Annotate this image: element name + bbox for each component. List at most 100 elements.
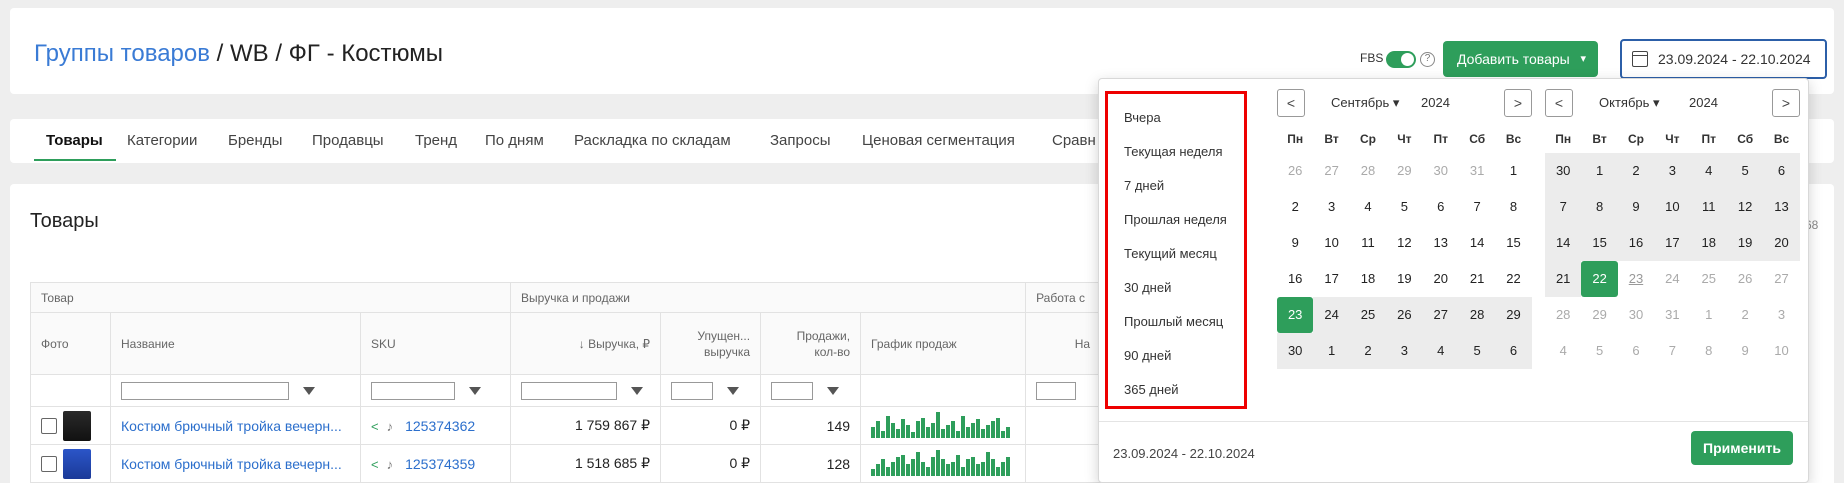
preset-last-week[interactable]: Прошлая неделя [1124,212,1227,227]
day-cell[interactable]: 11 [1350,225,1386,261]
row-checkbox[interactable] [41,417,57,434]
tab-products[interactable]: Товары [46,132,103,149]
preset-current-month[interactable]: Текущий месяц [1124,246,1217,261]
breadcrumb-groups-link[interactable]: Группы товаров [34,40,210,67]
day-cell[interactable]: 17 [1313,261,1349,297]
funnel-icon[interactable] [827,386,840,395]
day-cell[interactable]: 5 [1458,333,1496,369]
product-name-link[interactable]: Костюм брючный тройка вечерн... [121,456,342,472]
sales-filter-input[interactable] [771,381,814,400]
day-cell[interactable]: 8 [1581,189,1618,225]
product-name-link[interactable]: Костюм брючный тройка вечерн... [121,418,342,434]
date-range-input[interactable]: 23.09.2024 - 22.10.2024 [1620,39,1827,79]
day-cell[interactable]: 27 [1763,261,1799,297]
day-cell[interactable]: 16 [1277,261,1313,297]
day-cell[interactable]: 6 [1618,333,1654,369]
lost-revenue-filter-input[interactable] [671,381,714,400]
day-cell[interactable]: 20 [1423,261,1459,297]
day-cell[interactable]: 2 [1277,189,1313,225]
day-cell[interactable]: 3 [1654,153,1691,189]
day-cell[interactable]: 5 [1386,189,1422,225]
day-cell[interactable]: 9 [1727,333,1763,369]
day-cell[interactable]: 5 [1726,153,1764,189]
day-cell[interactable]: 27 [1422,297,1459,333]
day-cell[interactable]: 8 [1495,189,1531,225]
row-checkbox[interactable] [41,455,57,472]
preset-yesterday[interactable]: Вчера [1124,110,1161,125]
day-cell[interactable]: 27 [1313,153,1349,189]
day-cell[interactable]: 16 [1617,225,1655,261]
day-cell[interactable]: 17 [1654,225,1691,261]
year-label[interactable]: 2024 [1689,95,1718,110]
prev-month-button[interactable]: < [1277,89,1305,117]
day-cell[interactable]: 15 [1581,225,1618,261]
day-cell[interactable]: 30 [1423,153,1459,189]
fbs-toggle[interactable] [1386,51,1416,68]
day-cell[interactable]: 9 [1617,189,1655,225]
day-cell[interactable]: 29 [1386,153,1422,189]
day-cell[interactable]: 26 [1727,261,1763,297]
tab-by-days[interactable]: По дням [485,132,544,149]
col-sku[interactable]: SKU [359,312,512,375]
day-cell[interactable]: 31 [1459,153,1495,189]
day-cell[interactable]: 9 [1277,225,1313,261]
preset-7-days[interactable]: 7 дней [1124,178,1164,193]
day-cell[interactable]: 19 [1726,225,1764,261]
tab-price-segmentation[interactable]: Ценовая сегментация [862,132,1015,149]
tab-compare[interactable]: Сравн [1052,132,1096,149]
apply-button[interactable]: Применить [1691,431,1793,465]
day-cell[interactable]: 7 [1459,189,1495,225]
day-cell[interactable]: 25 [1349,297,1387,333]
col-sales[interactable]: Продажи, кол-во [760,312,862,375]
day-cell[interactable]: 4 [1422,333,1459,369]
tab-warehouses[interactable]: Раскладка по складам [574,132,731,149]
next-month-button[interactable]: > [1772,89,1800,117]
day-cell[interactable]: 10 [1763,333,1799,369]
day-cell[interactable]: 18 [1350,261,1386,297]
col-lost-revenue[interactable]: Упущен... выручка [660,312,762,375]
day-cell[interactable]: 19 [1386,261,1422,297]
month-select[interactable]: Октябрь ▾ [1599,95,1660,111]
day-cell[interactable]: 6 [1763,153,1800,189]
day-cell[interactable]: 11 [1690,189,1727,225]
day-cell[interactable]: 10 [1313,225,1349,261]
year-label[interactable]: 2024 [1421,95,1450,110]
funnel-icon[interactable] [469,386,481,395]
day-cell[interactable]: 1 [1581,153,1618,189]
funnel-icon[interactable] [631,386,644,395]
sku-filter-input[interactable] [371,381,455,400]
day-cell[interactable]: 13 [1423,225,1459,261]
day-cell[interactable]: 29 [1581,297,1617,333]
col-extra[interactable]: На [1025,312,1102,375]
day-cell[interactable]: 14 [1459,225,1495,261]
day-cell[interactable]: 2 [1617,153,1655,189]
col-name[interactable]: Название [110,312,361,375]
day-cell[interactable]: 18 [1690,225,1727,261]
day-cell[interactable]: 28 [1350,153,1386,189]
tab-trend[interactable]: Тренд [415,132,457,149]
day-cell[interactable]: 20 [1763,225,1800,261]
day-cell[interactable]: 6 [1495,333,1532,369]
day-cell[interactable]: 2 [1727,297,1763,333]
day-cell[interactable]: 23 [1618,261,1654,297]
funnel-icon[interactable] [303,386,315,395]
day-cell[interactable]: 3 [1763,297,1799,333]
day-cell[interactable]: 8 [1691,333,1727,369]
preset-30-days[interactable]: 30 дней [1124,280,1171,295]
help-icon[interactable]: ? [1420,52,1435,67]
share-icon[interactable]: < [371,419,379,434]
add-products-button[interactable]: Добавить товары ▾ [1443,41,1598,77]
table-row[interactable]: Костюм брючный тройка вечерн... < ♪ 125374… [30,444,1102,483]
day-cell[interactable]: 22 [1581,261,1618,297]
col-revenue[interactable]: ↓ Выручка, ₽ [510,312,662,375]
day-cell[interactable]: 24 [1654,261,1690,297]
preset-current-week[interactable]: Текущая неделя [1124,144,1222,159]
next-month-button[interactable]: > [1504,89,1532,117]
share-icon[interactable]: < [371,457,379,472]
day-cell[interactable]: 3 [1313,189,1349,225]
bell-icon[interactable]: ♪ [387,419,394,434]
day-cell[interactable]: 2 [1349,333,1387,369]
product-photo[interactable] [63,410,91,441]
day-cell[interactable]: 21 [1459,261,1495,297]
day-cell[interactable]: 30 [1618,297,1654,333]
